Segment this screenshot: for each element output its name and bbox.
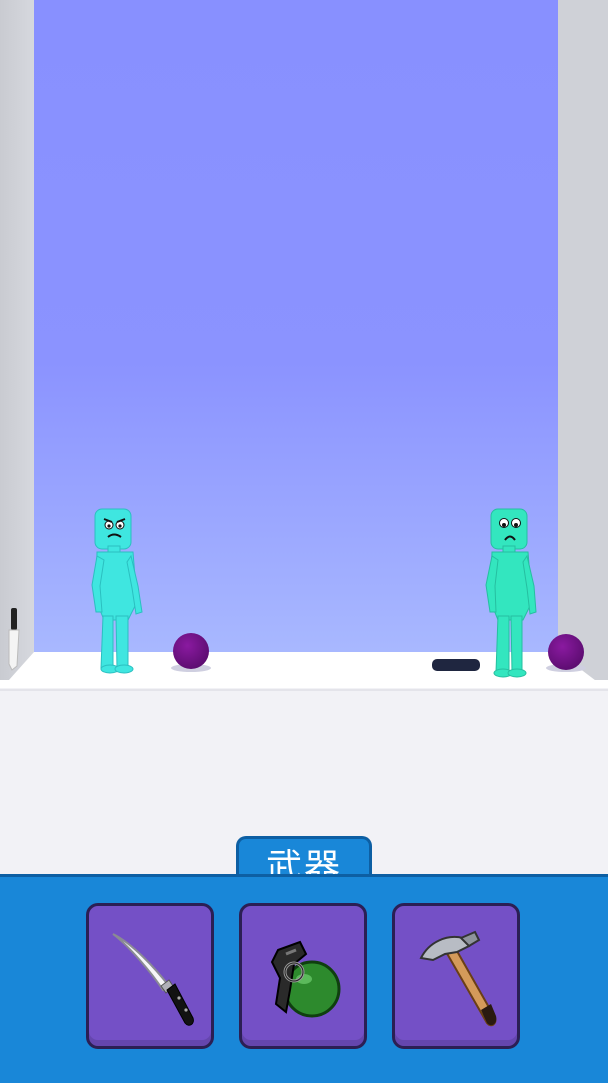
knife-icon <box>112 933 194 1026</box>
hammer-icon <box>419 930 497 1027</box>
left-wall <box>0 0 34 680</box>
right-wall <box>558 0 608 680</box>
purple-ball-icon <box>173 633 209 669</box>
weapon-slot-knife[interactable] <box>86 903 214 1049</box>
purple-ball-icon <box>548 634 584 670</box>
weapon-slot-grenade[interactable] <box>239 903 367 1049</box>
grenade-icon <box>270 940 341 1018</box>
dark-pad-icon <box>432 659 480 671</box>
game-scene <box>0 0 608 880</box>
weapon-slot-hammer[interactable] <box>392 903 520 1049</box>
